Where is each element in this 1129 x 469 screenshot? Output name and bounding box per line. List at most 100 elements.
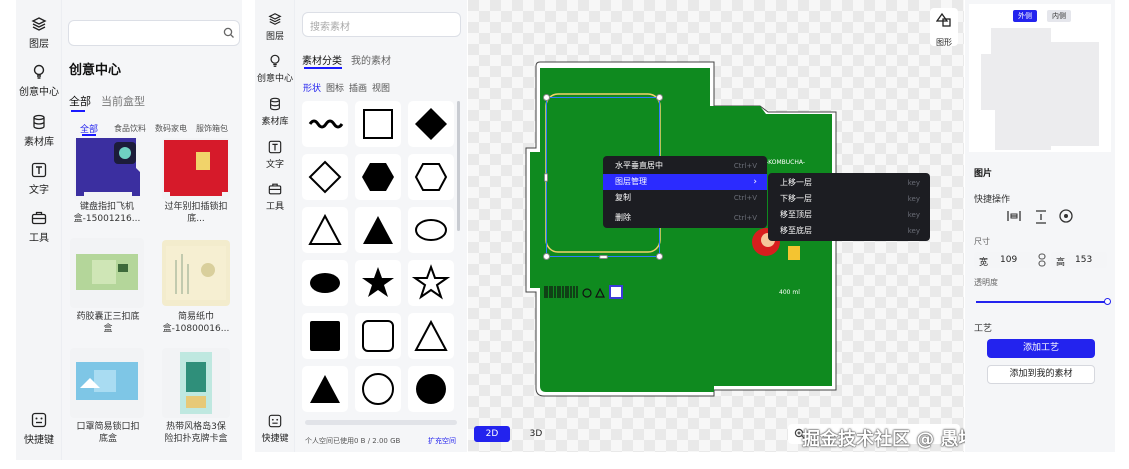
tab-outside[interactable]: 外侧 xyxy=(1013,10,1037,22)
template-thumb[interactable] xyxy=(74,138,140,200)
template-caption[interactable]: 键盘指扣飞机 盒-15001216... xyxy=(70,201,144,225)
shape-tool-button[interactable]: 图形 xyxy=(930,8,958,47)
resize-handle[interactable] xyxy=(543,253,550,260)
center-align-icon[interactable] xyxy=(1059,209,1073,223)
search-input[interactable] xyxy=(68,20,240,46)
mode-2d-button[interactable]: 2D xyxy=(474,426,510,442)
template-thumb[interactable] xyxy=(70,238,144,308)
rail-shortcuts[interactable]: 快捷键 xyxy=(16,412,62,446)
horizontal-scrollbar[interactable] xyxy=(305,420,457,425)
rail-creative[interactable]: 创意中心 xyxy=(255,54,295,84)
category-food[interactable]: 食品饮料 xyxy=(114,123,146,134)
rail-tools[interactable]: 工具 xyxy=(255,182,295,212)
menu-item-delete[interactable]: 删除 Ctrl+V xyxy=(603,210,767,226)
height-field[interactable]: 高 153 xyxy=(1051,252,1107,268)
template-caption[interactable]: 药胶囊正三扣底 盒 xyxy=(70,311,146,335)
opacity-slider[interactable] xyxy=(976,298,1111,305)
align-horizontal-icon[interactable] xyxy=(1007,210,1021,222)
template-caption[interactable]: 口罩简易锁口扣 底盒 xyxy=(70,421,146,445)
resize-handle[interactable] xyxy=(599,255,608,259)
template-thumb[interactable] xyxy=(162,138,230,200)
submenu-send-backward[interactable]: 下移一层 key xyxy=(768,191,930,207)
mode-3d-button[interactable]: 3D xyxy=(518,426,554,442)
shape-hexagon-filled[interactable] xyxy=(355,154,401,200)
shape-star-outline[interactable] xyxy=(408,260,454,306)
shape-circle-filled[interactable] xyxy=(408,366,454,412)
template-caption[interactable]: 简易纸巾 盒-10800016... xyxy=(156,311,236,335)
menu-item-layer-manage[interactable]: 图层管理 › xyxy=(603,174,767,190)
shape-diamond-outline[interactable] xyxy=(302,154,348,200)
subtab-icons[interactable]: 图标 xyxy=(326,81,344,94)
menu-item-copy[interactable]: 复制 Ctrl+V xyxy=(603,190,767,206)
expand-storage-link[interactable]: 扩充空间 xyxy=(428,436,456,446)
template-thumb[interactable] xyxy=(162,240,230,306)
menu-item-center[interactable]: 水平垂直居中 Ctrl+V xyxy=(603,158,767,174)
shape-star-filled[interactable] xyxy=(355,260,401,306)
add-to-my-materials-button[interactable]: 添加到我的素材 xyxy=(987,365,1095,384)
shape-rounded-square-outline[interactable] xyxy=(355,313,401,359)
rail-creative[interactable]: 创意中心 xyxy=(16,64,62,98)
align-vertical-icon[interactable] xyxy=(1035,210,1047,224)
submenu-bring-forward[interactable]: 上移一层 key xyxy=(768,175,930,191)
tab-current-box[interactable]: 当前盒型 xyxy=(101,93,145,109)
add-craft-button[interactable]: 添加工艺 xyxy=(987,339,1095,358)
shape-square-filled[interactable] xyxy=(302,313,348,359)
wave-icon xyxy=(308,119,344,129)
resize-handle[interactable] xyxy=(656,94,663,101)
category-apparel[interactable]: 服饰箱包 xyxy=(196,123,228,134)
shape-triangle-outline[interactable] xyxy=(302,207,348,253)
search-input[interactable]: 搜索素材 xyxy=(302,12,461,37)
tab-all[interactable]: 全部 xyxy=(69,93,91,109)
design-canvas[interactable]: 图形 -KOMBUCHA- 400 ml 水平垂直居中 Ctrl+V 图层管理 › … xyxy=(468,0,1031,452)
menu-label: 复制 xyxy=(615,193,631,202)
scrollbar[interactable] xyxy=(457,101,460,231)
category-digital[interactable]: 数码家电 xyxy=(155,123,187,134)
rail-text[interactable]: 文字 xyxy=(16,162,62,196)
subtab-views[interactable]: 视图 xyxy=(372,81,390,94)
opacity-slider-thumb[interactable] xyxy=(1104,298,1111,305)
shape-diamond-filled[interactable] xyxy=(408,101,454,147)
text-icon xyxy=(268,140,282,154)
layers-icon xyxy=(31,17,47,31)
shape-ellipse-outline[interactable] xyxy=(408,207,454,253)
rail-tools[interactable]: 工具 xyxy=(16,210,62,244)
search-icon[interactable] xyxy=(223,27,235,39)
subtab-illustrations[interactable]: 插画 xyxy=(349,81,367,94)
submenu-send-to-back[interactable]: 移至底层 key xyxy=(768,223,930,239)
resize-handle[interactable] xyxy=(543,94,550,101)
menu-label: 删除 xyxy=(615,213,631,222)
resize-handle[interactable] xyxy=(544,173,548,182)
ellipse-outline-icon xyxy=(415,219,447,241)
rail-library[interactable]: 素材库 xyxy=(255,97,295,127)
rail-layers[interactable]: 图层 xyxy=(16,16,62,50)
rail-text[interactable]: 文字 xyxy=(255,140,295,170)
shape-triangle-filled[interactable] xyxy=(355,207,401,253)
opacity-label: 透明度 xyxy=(974,278,998,287)
subtab-shapes[interactable]: 形状 xyxy=(303,81,321,94)
submenu-bring-to-front[interactable]: 移至顶层 key xyxy=(768,207,930,223)
shape-hexagon-outline[interactable] xyxy=(408,154,454,200)
link-ratio-icon[interactable] xyxy=(1038,253,1046,267)
menu-shortcut: key xyxy=(907,195,920,203)
tab-material-categories[interactable]: 素材分类 xyxy=(302,52,342,67)
rail-library[interactable]: 素材库 xyxy=(16,114,62,148)
shape-circle-outline[interactable] xyxy=(355,366,401,412)
rail-shortcuts[interactable]: 快捷键 xyxy=(255,414,295,444)
resize-handle[interactable] xyxy=(656,253,663,260)
template-thumb[interactable] xyxy=(70,348,144,418)
tab-inside[interactable]: 内侧 xyxy=(1047,10,1071,22)
tab-my-materials[interactable]: 我的素材 xyxy=(351,52,391,67)
template-caption[interactable]: 热带风格岛3保 险扣扑克牌卡盒 xyxy=(156,421,236,445)
width-field[interactable]: 宽 109 xyxy=(974,252,1036,268)
section-title: 图片 xyxy=(974,169,993,179)
database-icon xyxy=(33,114,45,130)
shape-wave[interactable] xyxy=(302,101,348,147)
template-caption[interactable]: 过年别扣插锁扣 底... xyxy=(156,201,236,225)
rail-layers[interactable]: 图层 xyxy=(255,12,295,42)
template-thumb[interactable] xyxy=(162,348,230,418)
shape-triangle-filled[interactable] xyxy=(302,366,348,412)
menu-shortcut: Ctrl+V xyxy=(733,214,757,222)
shape-triangle-outline[interactable] xyxy=(408,313,454,359)
shape-ellipse-filled[interactable] xyxy=(302,260,348,306)
shape-square-outline[interactable] xyxy=(355,101,401,147)
